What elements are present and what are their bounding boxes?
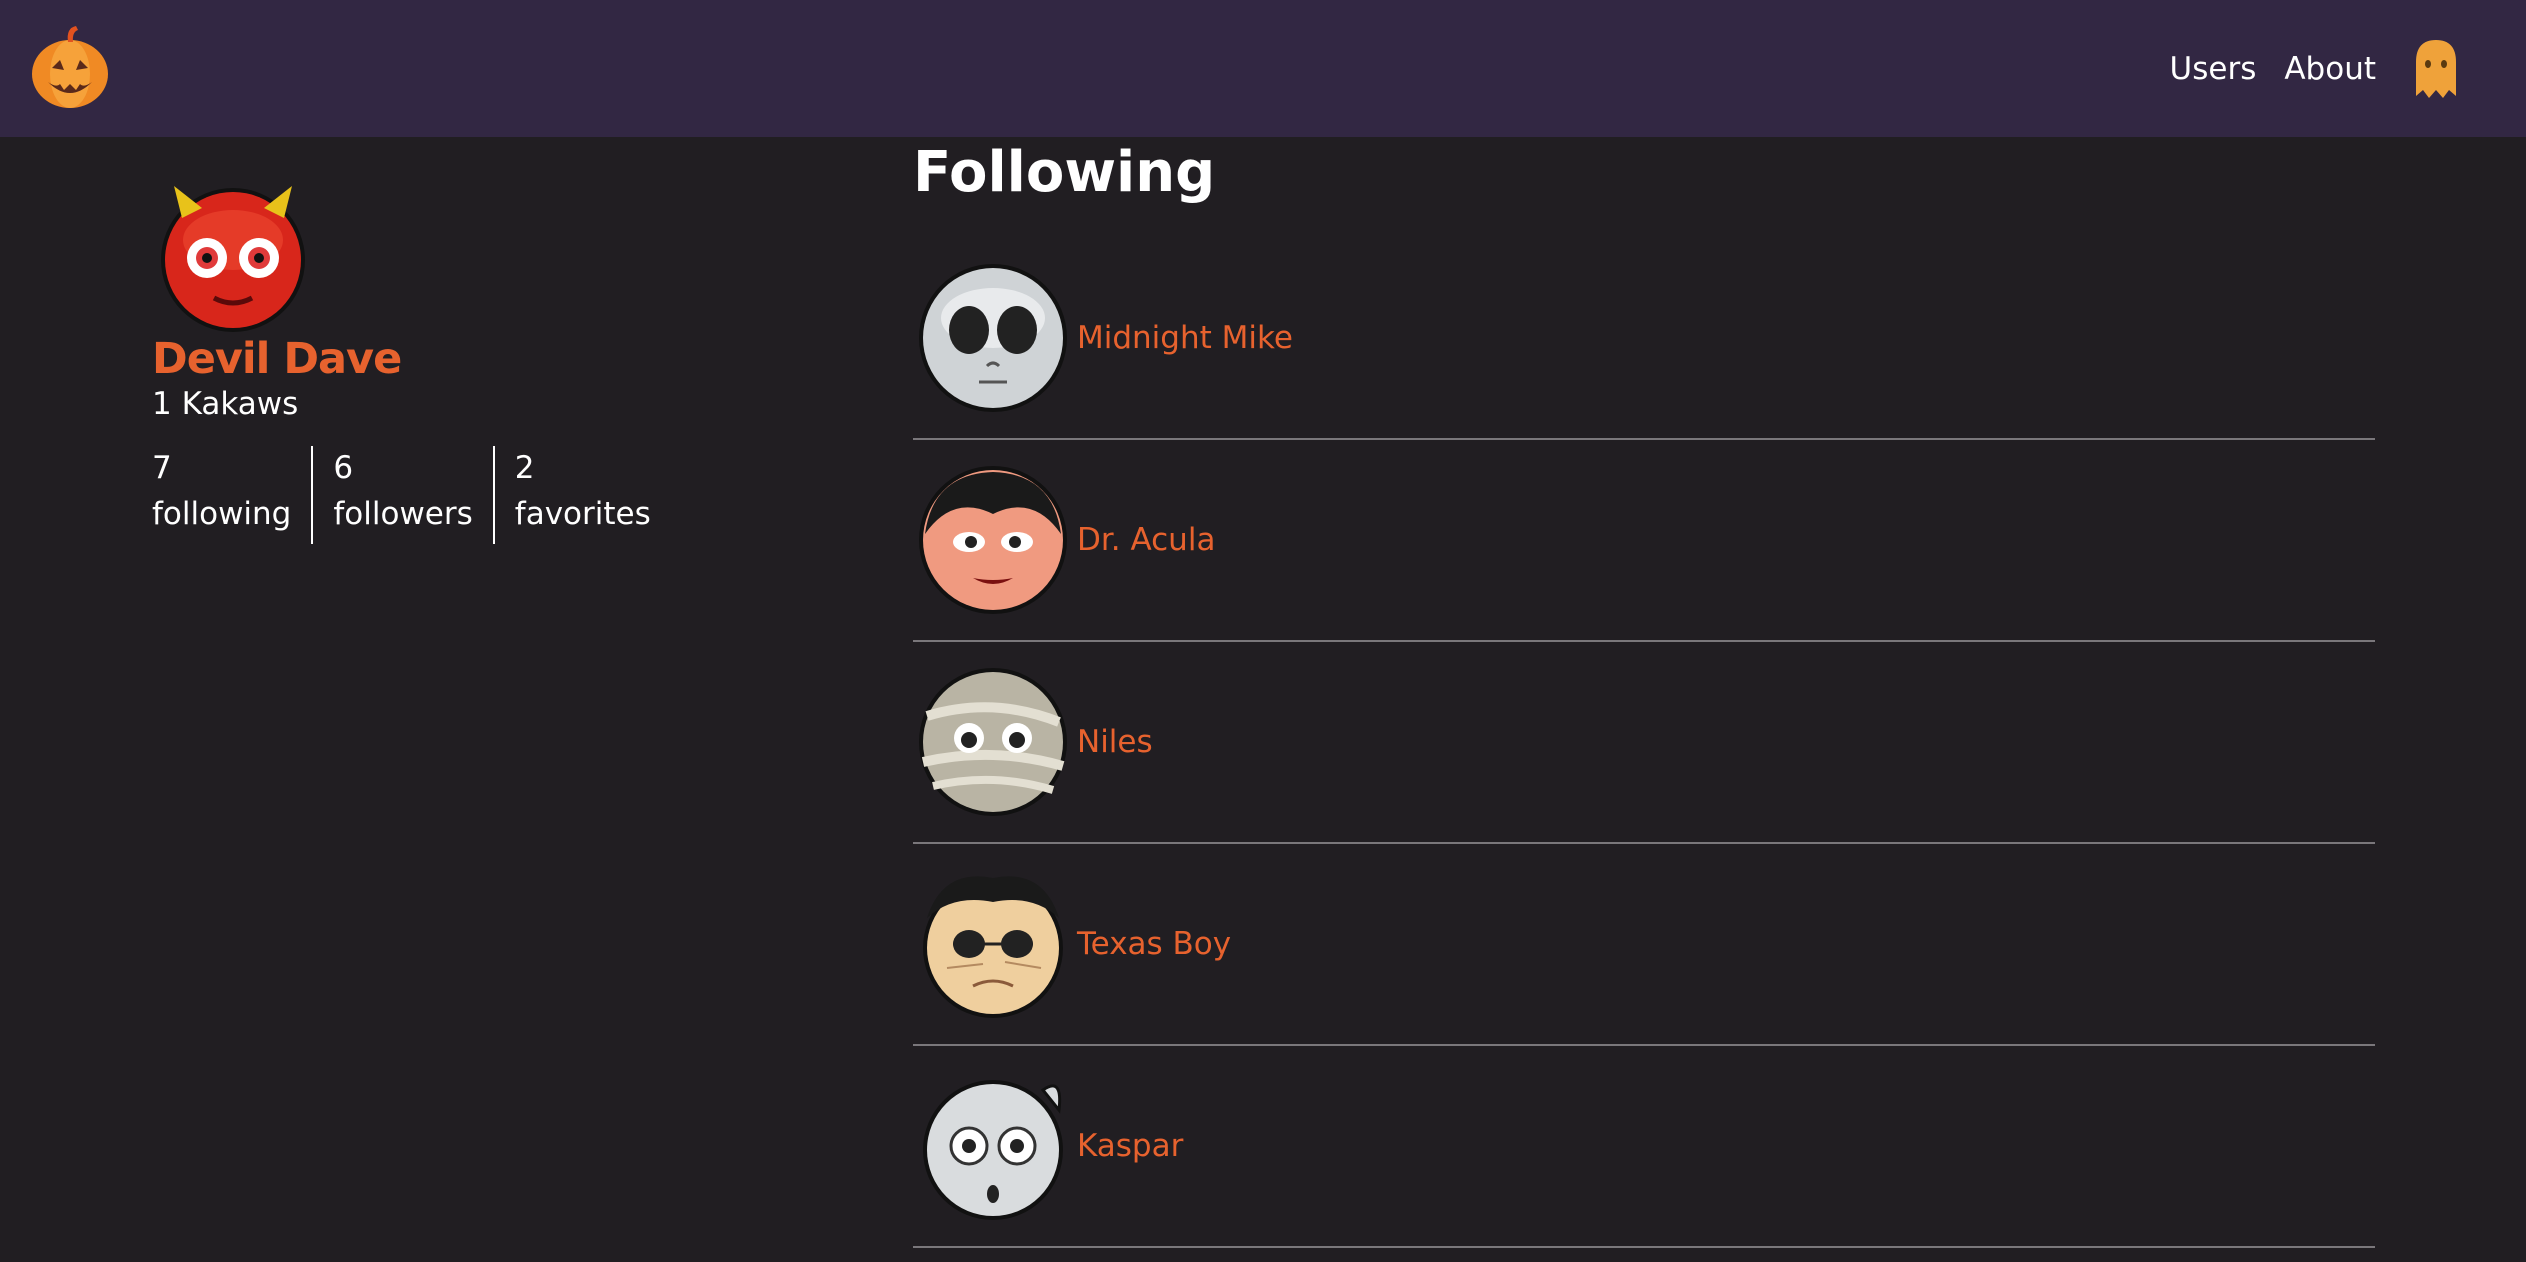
list-item[interactable]: Texas Boy	[913, 844, 2375, 1046]
kakaws-count: 1 Kakaws	[152, 386, 299, 422]
pumpkin-logo-icon[interactable]	[28, 24, 112, 112]
following-stat[interactable]: 7 following	[152, 446, 314, 544]
stat-label: following	[152, 496, 292, 532]
user-name-link[interactable]: Niles	[1077, 724, 1153, 760]
stat-label: followers	[333, 496, 473, 532]
skull-face-icon[interactable]	[913, 262, 1073, 414]
user-name-link[interactable]: Dr. Acula	[1077, 522, 1215, 558]
nav-links: Users About	[2170, 0, 2526, 137]
user-name-link[interactable]: Kaspar	[1077, 1128, 1183, 1164]
user-name-link[interactable]: Texas Boy	[1077, 926, 1231, 962]
profile-panel: Devil Dave 1 Kakaws 7 following 6 follow…	[152, 180, 651, 544]
list-item[interactable]: Kaspar	[913, 1046, 2375, 1248]
nav-about-link[interactable]: About	[2284, 51, 2376, 87]
navbar: Users About	[0, 0, 2526, 137]
profile-stats: 7 following 6 followers 2 favorites	[152, 446, 691, 544]
page-title: Following	[913, 140, 1216, 205]
followers-stat[interactable]: 6 followers	[333, 446, 495, 544]
list-item[interactable]: Niles	[913, 642, 2375, 844]
stat-count: 6	[333, 450, 354, 486]
ghost-face-icon[interactable]	[913, 1070, 1073, 1222]
leatherface-icon[interactable]	[913, 868, 1073, 1020]
list-item[interactable]: Dr. Acula	[913, 440, 2375, 642]
devil-avatar-icon	[161, 186, 305, 332]
favorites-stat[interactable]: 2 favorites	[515, 446, 671, 544]
ghost-user-menu-icon[interactable]	[2412, 38, 2460, 100]
profile-name: Devil Dave	[152, 334, 402, 384]
nav-users-link[interactable]: Users	[2170, 51, 2257, 87]
vampire-face-icon[interactable]	[913, 464, 1073, 616]
stat-count: 7	[152, 450, 172, 486]
list-item[interactable]: Midnight Mike	[913, 238, 2375, 440]
user-name-link[interactable]: Midnight Mike	[1077, 320, 1293, 356]
mummy-face-icon[interactable]	[913, 666, 1073, 818]
stat-label: favorites	[514, 496, 651, 532]
stat-count: 2	[514, 450, 535, 486]
following-list: Midnight Mike Dr. Acula Niles Texas Boy …	[913, 238, 2375, 1248]
